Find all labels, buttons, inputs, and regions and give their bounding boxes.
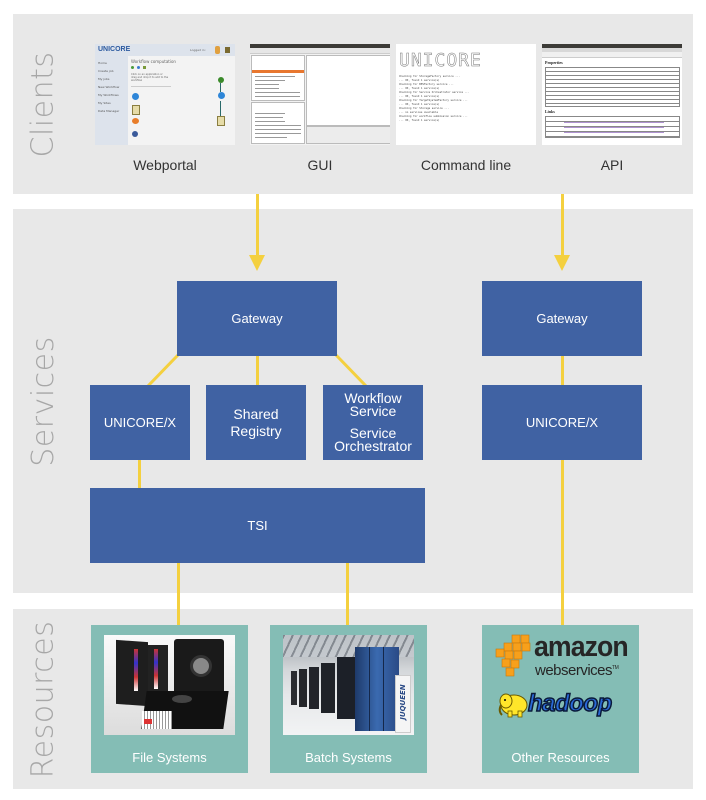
unicore-x-left[interactable]: UNICORE/X [90, 385, 190, 460]
hadoop-elephant-icon [498, 693, 528, 718]
aws-logo: amazon webservicesTM [494, 631, 634, 681]
connector-gateway-to-workflow [334, 353, 368, 388]
connector-gateway-to-registry [256, 356, 259, 385]
workflow-label-2: Service [349, 403, 397, 419]
shared-registry[interactable]: Shared Registry [206, 385, 306, 460]
resource-file-systems[interactable]: File Systems [91, 625, 248, 773]
connector-unicorex-to-tsi [138, 460, 141, 488]
connector-tsi-to-batchsystems [346, 563, 349, 625]
connector-tsi-to-filesystems [177, 563, 180, 625]
gateway-left[interactable]: Gateway [177, 281, 337, 356]
gateway-right-label: Gateway [536, 310, 588, 326]
gateway-right[interactable]: Gateway [482, 281, 642, 356]
resource-batch-systems[interactable]: JUQUEEN Batch Systems [270, 625, 427, 773]
aws-subtitle: webservicesTM [535, 662, 619, 679]
gateway-left-label: Gateway [231, 310, 283, 326]
resource-other[interactable]: amazon webservicesTM hadoop Other Resour… [482, 625, 639, 773]
unicore-x-right-label: UNICORE/X [525, 414, 599, 430]
juqueen-badge: JUQUEEN [395, 675, 411, 733]
connector-right-gateway-to-unicorex [561, 356, 564, 385]
shared-registry-label-1: Shared [233, 405, 279, 422]
tsi[interactable]: TSI [90, 488, 425, 563]
connector-gateway-to-unicorex [146, 353, 180, 388]
hadoop-logo: hadoop [496, 691, 631, 721]
supercomputer-photo: JUQUEEN [283, 635, 414, 735]
workflow-service[interactable]: Workflow Service Service Orchestrator [323, 385, 423, 460]
aws-wordmark: amazon [534, 631, 629, 663]
resource-label-other: Other Resources [511, 750, 610, 765]
tape-cartridges-photo [104, 635, 235, 735]
shared-registry-label-2: Registry [230, 422, 282, 439]
hadoop-wordmark: hadoop [527, 690, 613, 717]
resource-label-file-systems: File Systems [132, 750, 207, 765]
tsi-label: TSI [247, 517, 268, 533]
unicore-x-right[interactable]: UNICORE/X [482, 385, 642, 460]
unicore-x-left-label: UNICORE/X [103, 414, 177, 430]
connector-unicorex-to-other [561, 460, 564, 625]
orchestrator-label-2: Orchestrator [334, 438, 412, 454]
resource-label-batch-systems: Batch Systems [305, 750, 392, 765]
